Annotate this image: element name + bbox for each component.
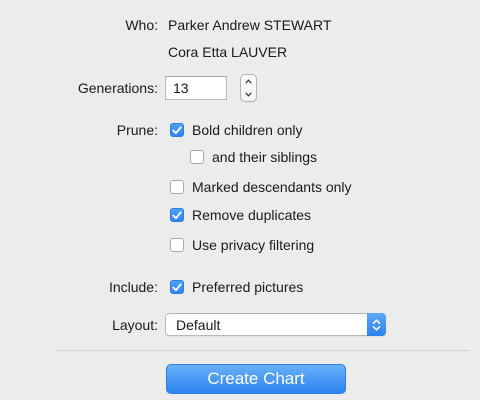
chevron-up-icon [245, 79, 252, 84]
marked-descendants-only-checkbox[interactable]: Marked descendants only [170, 178, 352, 196]
include-label: Include: [108, 279, 158, 295]
create-chart-button[interactable]: Create Chart [166, 364, 346, 394]
chevron-down-icon [245, 92, 252, 97]
checkbox-checked-icon [170, 208, 184, 222]
divider [56, 350, 470, 351]
who-label: Who: [125, 17, 158, 33]
layout-label: Layout: [112, 317, 158, 333]
remove-duplicates-checkbox[interactable]: Remove duplicates [170, 206, 311, 224]
checkbox-checked-icon [170, 280, 184, 294]
checkbox-unchecked-icon [190, 150, 204, 164]
checkbox-label: Marked descendants only [192, 179, 352, 195]
checkbox-label: and their siblings [212, 149, 318, 165]
use-privacy-filtering-checkbox[interactable]: Use privacy filtering [170, 236, 314, 254]
layout-select[interactable]: Default [165, 313, 386, 336]
and-their-siblings-checkbox[interactable]: and their siblings [190, 148, 317, 166]
checkbox-label: Remove duplicates [192, 207, 312, 223]
checkbox-label: Preferred pictures [192, 279, 304, 295]
bold-children-only-checkbox[interactable]: Bold children only [170, 121, 303, 139]
checkbox-label: Bold children only [192, 122, 303, 138]
checkbox-checked-icon [170, 123, 184, 137]
checkbox-label: Use privacy filtering [192, 237, 315, 253]
stepper-down-button[interactable] [241, 88, 256, 101]
checkbox-unchecked-icon [170, 180, 184, 194]
who-person-1: Parker Andrew STEWART [168, 17, 332, 33]
generations-input[interactable] [165, 76, 227, 100]
stepper-up-button[interactable] [241, 75, 256, 88]
preferred-pictures-checkbox[interactable]: Preferred pictures [170, 278, 303, 296]
who-person-2: Cora Etta LAUVER [168, 44, 288, 60]
prune-label: Prune: [116, 122, 158, 138]
checkbox-unchecked-icon [170, 238, 184, 252]
generations-label: Generations: [77, 80, 158, 96]
generations-stepper[interactable] [240, 74, 257, 102]
select-arrows-icon [367, 313, 386, 336]
layout-selected-value: Default [176, 317, 221, 333]
